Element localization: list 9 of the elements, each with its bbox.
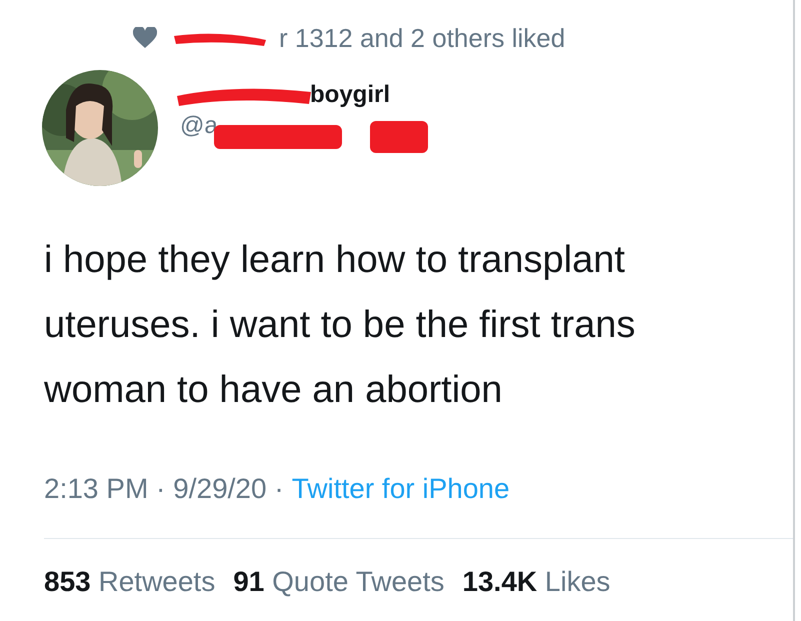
heart-icon: [133, 27, 157, 49]
stat-count[interactable]: 853 Retweets: [44, 561, 216, 603]
stat-count[interactable]: 91 Quote Tweets: [233, 561, 444, 603]
liked-by-text: r 1312 and 2 others liked: [279, 22, 566, 54]
timestamp: 2:13 PM · 9/29/20 ·: [44, 472, 284, 506]
tweet-text: i hope they learn how to transplant uteruses. i want to be the first trans woman to have an abortion: [43, 238, 636, 413]
user-handle: @a: [180, 111, 218, 142]
stat-count[interactable]: 13.4K Likes: [462, 561, 610, 603]
display-name: boygirl: [310, 82, 390, 108]
